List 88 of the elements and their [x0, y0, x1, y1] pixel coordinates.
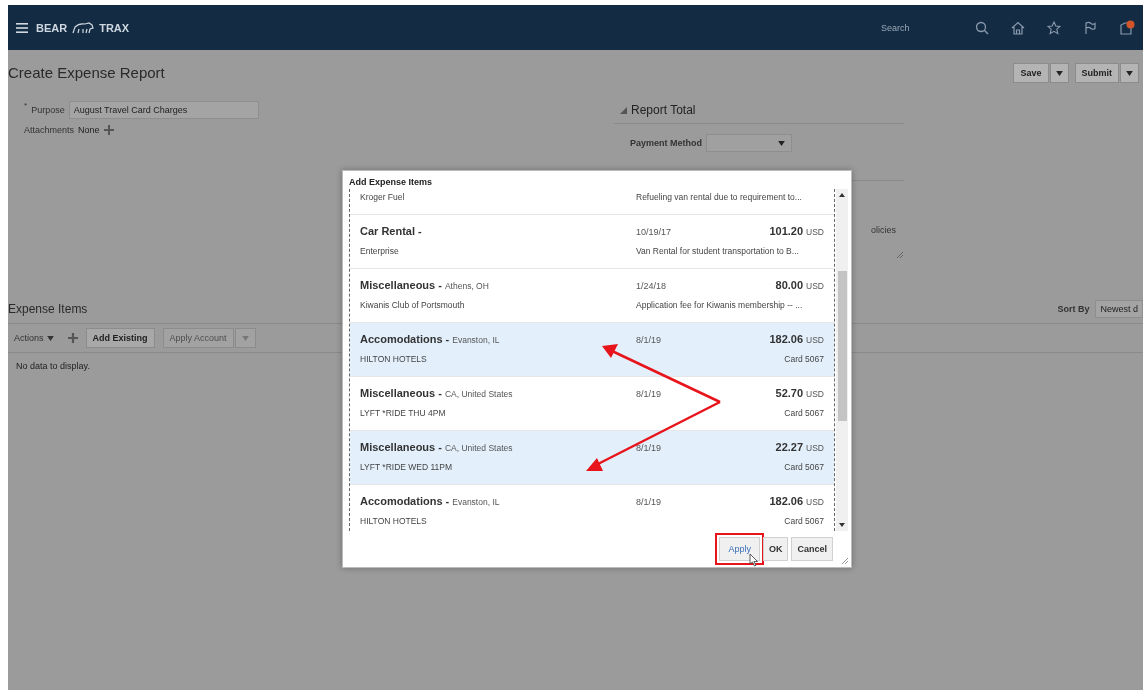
merchant-name: HILTON HOTELS — [360, 354, 428, 364]
flag-icon[interactable] — [1083, 20, 1097, 35]
section-title: Expense Items — [8, 302, 88, 316]
menu-icon[interactable] — [16, 22, 28, 33]
card-number: Card 5067 — [783, 354, 824, 364]
expense-date: 8/1/19 — [636, 497, 662, 507]
expense-category: Miscellaneous - — [360, 387, 442, 399]
scrollbar[interactable] — [836, 189, 848, 531]
expense-category: Accomodations - — [360, 333, 450, 345]
currency-code: USD — [806, 389, 824, 399]
action-button[interactable]: Save — [1013, 62, 1049, 83]
card-number: Card 5067 — [783, 462, 824, 472]
caret-icon — [778, 140, 785, 146]
currency-code: USD — [806, 443, 824, 453]
actions-menu[interactable]: Actions — [14, 333, 60, 343]
search-field[interactable]: Search — [879, 21, 953, 34]
sort-label: Sort By — [1057, 304, 1090, 314]
expense-date: 8/1/19 — [636, 443, 662, 453]
expense-category: Car Rental - — [360, 225, 422, 237]
caret-icon — [1055, 70, 1063, 76]
expense-category: Accomodations - — [360, 495, 450, 507]
currency-code: USD — [806, 227, 824, 237]
card-number: Card 5067 — [783, 516, 824, 526]
action-button[interactable]: Submit — [1074, 62, 1119, 83]
collapse-icon[interactable] — [620, 106, 627, 114]
expense-date: 8/1/19 — [636, 335, 662, 345]
brand-text: TRAX — [99, 21, 130, 34]
required-mark: * — [24, 101, 28, 110]
attachments-value: None — [78, 125, 100, 135]
expense-location: Evanston, IL — [452, 335, 500, 345]
expense-amount: 52.70 — [775, 387, 804, 399]
add-icon[interactable] — [67, 333, 78, 343]
expense-description: Refueling van rental due to requirement to... — [636, 192, 803, 202]
expense-category: Miscellaneous - — [360, 279, 442, 291]
resize-grip-icon[interactable] — [842, 558, 848, 564]
dialog-title: Add Expense Items — [348, 176, 434, 189]
brand-text: BEAR — [36, 21, 68, 34]
expense-description: Van Rental for student transportation to B... — [636, 246, 800, 256]
merchant-name: Kiwanis Club of Portsmouth — [360, 300, 466, 310]
expense-location: CA, United States — [444, 443, 513, 453]
notifications-icon[interactable] — [1119, 19, 1135, 36]
search-icon[interactable] — [975, 20, 989, 35]
caret-icon — [1126, 70, 1133, 76]
merchant-name: Kroger Fuel — [360, 192, 406, 202]
currency-code: USD — [806, 497, 824, 507]
expense-amount: 101.20 — [769, 225, 804, 237]
field-label: Payment Method — [630, 138, 702, 148]
add-icon[interactable] — [103, 125, 114, 135]
add-existing-button[interactable]: Add Existing — [85, 328, 155, 348]
merchant-name: Enterprise — [360, 246, 400, 256]
expense-description: Application fee for Kiwanis membership -- ... — [636, 300, 804, 310]
sort-select[interactable]: Newest d — [1095, 300, 1143, 318]
expense-item[interactable]: Accomodations - Evanston, IL HILTON HOTELS 8/1/19 182.06 USD Card 5067 — [350, 323, 834, 377]
bear-logo-icon — [71, 20, 96, 35]
section-title: Report Total — [631, 103, 696, 117]
currency-code: USD — [806, 335, 824, 345]
merchant-name: LYFT *RIDE WED 11PM — [360, 462, 454, 472]
field-label: Purpose — [31, 105, 65, 115]
expense-location: Evanston, IL — [452, 497, 500, 507]
expense-date: 1/24/18 — [636, 281, 667, 291]
purpose-field[interactable]: August Travel Card Charges — [68, 101, 259, 119]
card-number: Card 5067 — [783, 408, 824, 418]
expense-amount: 80.00 — [775, 279, 804, 291]
home-icon[interactable] — [1011, 20, 1025, 35]
page-title: Create Expense Report — [8, 64, 165, 81]
dropdown-button[interactable] — [1049, 62, 1069, 83]
field-label: Attachments — [24, 125, 75, 135]
caret-icon — [241, 336, 249, 341]
expense-item[interactable]: Miscellaneous - CA, United States LYFT *RIDE WED 11PM 8/1/19 22.27 USD Card 5067 — [350, 431, 834, 485]
expense-amount: 22.27 — [775, 441, 804, 453]
scroll-down-icon[interactable] — [839, 523, 845, 527]
star-icon[interactable] — [1047, 20, 1061, 35]
expense-location: CA, United States — [444, 389, 513, 399]
currency-code: USD — [806, 281, 824, 291]
caret-icon — [46, 335, 54, 341]
merchant-name: LYFT *RIDE THU 4PM — [360, 408, 447, 418]
dialog-button[interactable]: OK — [763, 537, 789, 561]
dropdown-button[interactable] — [1120, 62, 1139, 83]
dialog-button[interactable]: Cancel — [791, 537, 833, 561]
expense-date: 8/1/19 — [636, 389, 662, 399]
expense-category: Miscellaneous - — [360, 441, 442, 453]
scroll-up-icon[interactable] — [839, 193, 845, 197]
merchant-name: HILTON HOTELS — [360, 516, 428, 526]
expense-amount: 182.06 — [769, 333, 804, 345]
expense-amount: 182.06 — [769, 495, 804, 507]
expense-location: Athens, OH — [444, 281, 489, 291]
expense-date: 10/19/17 — [636, 227, 672, 237]
policies-text: olicies — [871, 225, 896, 235]
